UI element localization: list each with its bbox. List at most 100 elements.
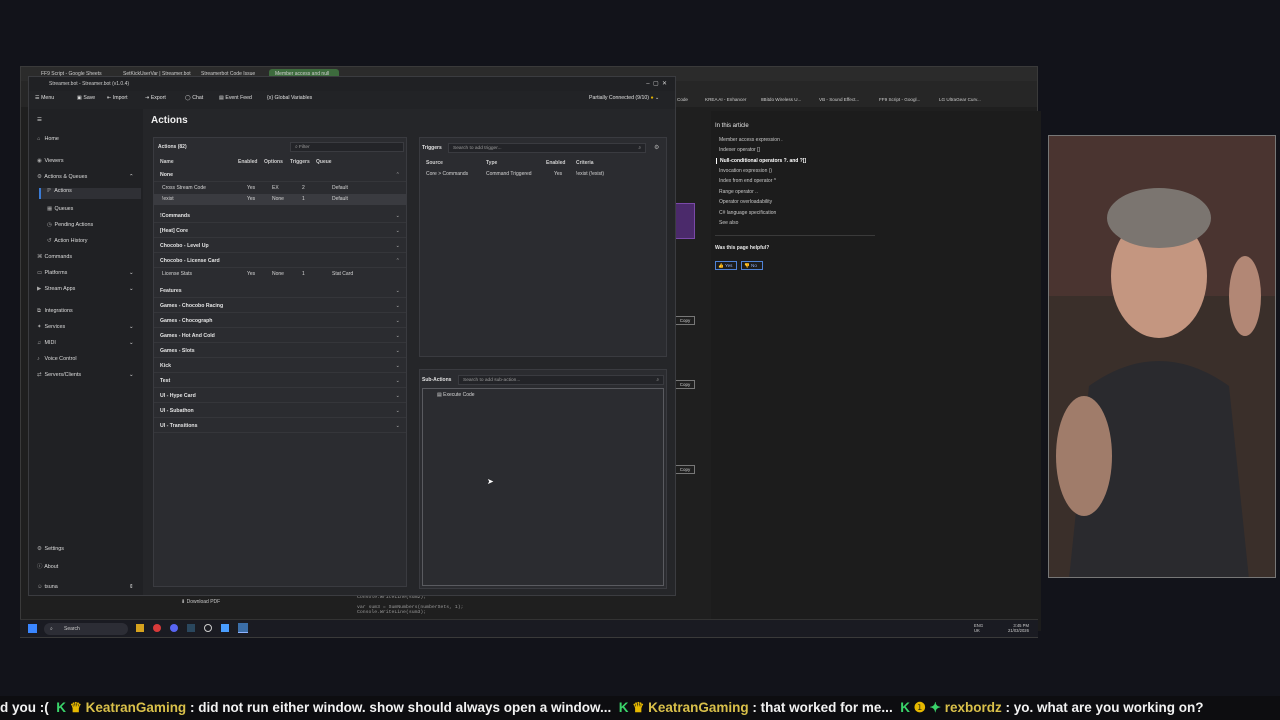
bookmark[interactable]: VB - Sound Effect... [819, 97, 859, 102]
column-header[interactable]: Name [160, 157, 174, 168]
copy-button[interactable]: Copy [675, 465, 695, 474]
import-button[interactable]: ⇤ Import [107, 95, 128, 101]
action-group-header[interactable]: None ⌃ [154, 169, 406, 182]
toc-item[interactable]: C# language specification [719, 210, 776, 216]
copy-button[interactable]: Copy [675, 380, 695, 389]
table-row[interactable]: License Stats Yes None 1 Stat Card [154, 269, 406, 280]
bookmark[interactable]: 8Bitdo Wireless U... [761, 97, 801, 102]
menu-button[interactable]: ☰ Menu [35, 95, 54, 101]
browser-icon[interactable] [221, 624, 229, 632]
table-row[interactable]: Core > Commands Command Triggered Yes !e… [420, 169, 672, 180]
toc-item-active[interactable]: Null-conditional operators ?. and ?[] [716, 158, 806, 164]
chevron-down-icon[interactable]: ⌄ [396, 375, 400, 388]
subactions-list[interactable]: ▤ Execute Code [422, 388, 664, 586]
chat-button[interactable]: ◯ Chat [185, 95, 203, 101]
table-row[interactable]: !exist Yes None 1 Default [154, 194, 406, 205]
bookmark[interactable]: FF9 Script - Googl... [879, 97, 920, 102]
bookmark[interactable]: Code [677, 97, 688, 102]
sidebar-item-actions-queues[interactable]: ⚙ Actions & Queues ⌃ [37, 174, 134, 180]
sidebar-item-viewers[interactable]: ◉ Viewers [37, 158, 64, 164]
filter-input[interactable]: ⌕ Filter [290, 142, 404, 152]
settings-icon[interactable]: ⚙ [654, 144, 659, 151]
sidebar-item-commands[interactable]: ⌘ Commands [37, 254, 72, 260]
windows-start-icon[interactable] [28, 624, 37, 633]
chevron-down-icon[interactable]: ⌄ [396, 315, 400, 328]
feedback-yes-button[interactable]: 👍 Yes [715, 261, 737, 270]
subaction-search-input[interactable]: Search to add sub-action... ⌕ [458, 375, 664, 385]
language-indicator[interactable]: ENG UK [974, 623, 983, 633]
sidebar-item-queues[interactable]: ▦ Queues [47, 206, 73, 212]
action-group-header[interactable]: Games - Slots ⌄ [154, 345, 406, 358]
action-group-header[interactable]: Games - Hot And Cold ⌄ [154, 330, 406, 343]
obs-icon[interactable] [204, 624, 212, 632]
action-group-header[interactable]: UI - Transitions ⌄ [154, 420, 406, 433]
sidebar-item-integrations[interactable]: ⧉ Integrations [37, 308, 73, 315]
chevron-down-icon[interactable]: ⌄ [396, 300, 400, 313]
action-group-header[interactable]: Test ⌄ [154, 375, 406, 388]
table-row[interactable]: Cross Stream Code Yes EX 2 Default [154, 183, 406, 194]
action-group-header[interactable]: [Heat] Core ⌄ [154, 225, 406, 238]
feedback-no-button[interactable]: 👎 No [741, 261, 763, 270]
sidebar-item-midi[interactable]: ♫ MIDI ⌄ [37, 340, 134, 346]
sidebar-collapse-button[interactable]: ☰ [37, 117, 42, 123]
sidebar-item-home[interactable]: ⌂ Home [37, 136, 59, 142]
column-header[interactable]: Enabled [238, 157, 257, 168]
chevron-down-icon[interactable]: ⌄ [396, 330, 400, 343]
file-explorer-icon[interactable] [136, 624, 144, 632]
action-group-header[interactable]: Features ⌄ [154, 285, 406, 298]
action-group-header[interactable]: !Commands ⌄ [154, 210, 406, 223]
clock[interactable]: 3:45 PM 21/03/2026 [1008, 623, 1029, 633]
chevron-down-icon[interactable]: ⌄ [396, 285, 400, 298]
bookmark[interactable]: LG UltraGear Curv... [939, 97, 981, 102]
column-header[interactable]: Options [264, 157, 283, 168]
taskbar-search[interactable]: ⌕ Search [44, 623, 128, 635]
copy-button[interactable]: Copy [675, 316, 695, 325]
trigger-search-input[interactable]: Search to add trigger... ⌕ [448, 143, 646, 153]
event-feed-button[interactable]: ▤ Event Feed [219, 95, 252, 101]
toc-item[interactable]: Member access expression . [719, 137, 783, 143]
sidebar-user[interactable]: ☺ tsuna ⇕ [37, 584, 134, 590]
action-group-header[interactable]: Games - Chocobo Racing ⌄ [154, 300, 406, 313]
sidebar-item-pending-actions[interactable]: ◷ Pending Actions [47, 222, 93, 228]
subaction-item[interactable]: ▤ Execute Code [437, 392, 475, 398]
action-group-header[interactable]: Kick ⌄ [154, 360, 406, 373]
action-group-header[interactable]: Games - Chocograph ⌄ [154, 315, 406, 328]
column-header[interactable]: Type [486, 158, 497, 169]
action-group-header[interactable]: Chocobo - Level Up ⌄ [154, 240, 406, 253]
action-group-header[interactable]: UI - Hype Card ⌄ [154, 390, 406, 403]
sidebar-item-actions[interactable]: ℙ Actions [39, 188, 141, 199]
column-header[interactable]: Triggers [290, 157, 310, 168]
steam-icon[interactable] [187, 624, 195, 632]
chevron-down-icon[interactable]: ⌄ [396, 360, 400, 373]
chevron-down-icon[interactable]: ⌄ [396, 405, 400, 418]
chevron-down-icon[interactable]: ⌄ [396, 210, 400, 223]
streamerbot-taskbar-icon[interactable] [238, 623, 248, 633]
sidebar-item-action-history[interactable]: ↺ Action History [47, 238, 87, 244]
column-header[interactable]: Criteria [576, 158, 594, 169]
sidebar-item-voice-control[interactable]: ♪ Voice Control [37, 356, 77, 362]
export-button[interactable]: ⇥ Export [145, 95, 166, 101]
column-header[interactable]: Queue [316, 157, 332, 168]
column-header[interactable]: Enabled [546, 158, 565, 169]
sidebar-item-platforms[interactable]: ▭ Platforms ⌄ [37, 270, 134, 276]
sidebar-item-servers-clients[interactable]: ⇄ Servers/Clients ⌄ [37, 372, 134, 378]
sidebar-item-stream-apps[interactable]: ▶ Stream Apps ⌄ [37, 286, 134, 292]
connection-status[interactable]: Partially Connected (9/10) ● ⌄ [589, 95, 659, 101]
column-header[interactable]: Source [426, 158, 443, 169]
toc-item[interactable]: Index from end operator ^ [719, 178, 776, 184]
global-variables-button[interactable]: {x} Global Variables [267, 95, 312, 101]
app-icon[interactable] [153, 624, 161, 632]
toc-item[interactable]: See also [719, 220, 738, 226]
toc-item[interactable]: Invocation expression () [719, 168, 772, 174]
chevron-down-icon[interactable]: ⌄ [396, 390, 400, 403]
chevron-up-icon[interactable]: ⌃ [396, 255, 400, 268]
chevron-down-icon[interactable]: ⌄ [396, 225, 400, 238]
toc-item[interactable]: Operator overloadability [719, 199, 772, 205]
action-group-header[interactable]: UI - Subathon ⌄ [154, 405, 406, 418]
chevron-down-icon[interactable]: ⌄ [396, 240, 400, 253]
toc-item[interactable]: Indexer operator [] [719, 147, 760, 153]
sidebar-item-about[interactable]: ⓘ About [37, 562, 58, 570]
sidebar-item-services[interactable]: ✦ Services ⌄ [37, 324, 134, 330]
bookmark[interactable]: KREA AI - Enhancer [705, 97, 746, 102]
action-group-header[interactable]: Chocobo - License Card ⌃ [154, 255, 406, 268]
